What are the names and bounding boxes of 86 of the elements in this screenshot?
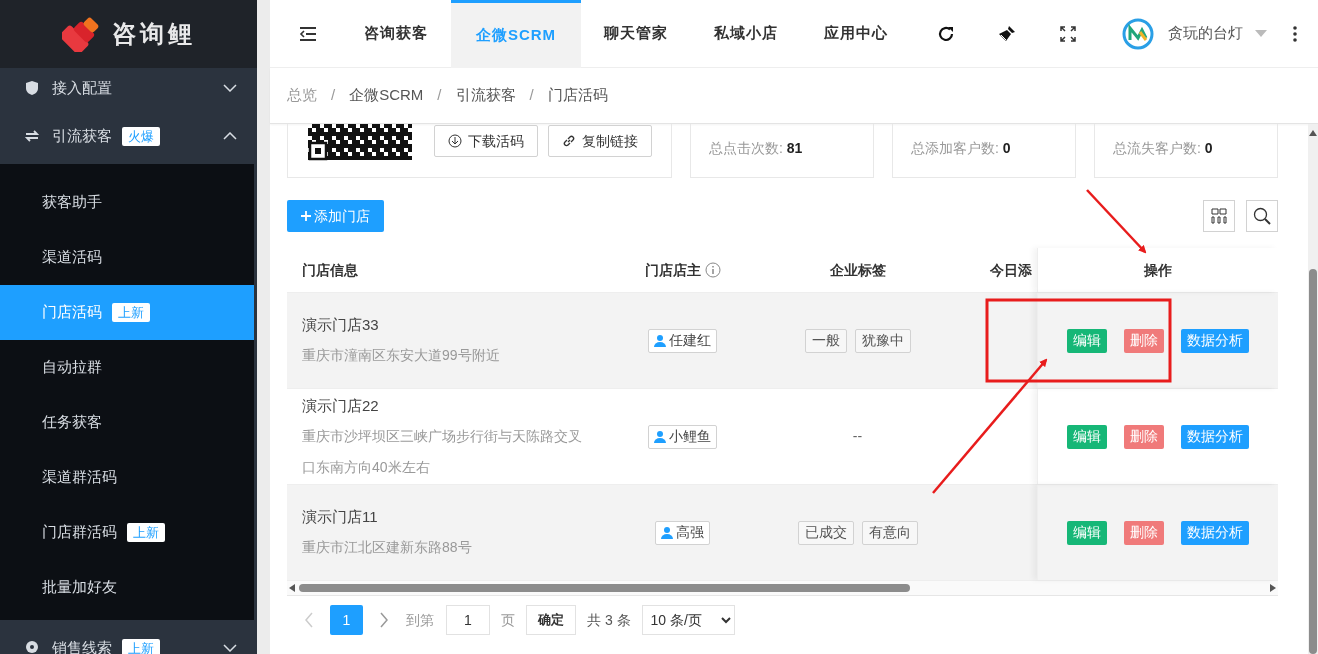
breadcrumb-separator: /: [529, 85, 534, 106]
download-button[interactable]: 下载活码: [434, 125, 538, 157]
owner-tag: 小鲤鱼: [648, 424, 717, 449]
download-icon: [448, 134, 462, 148]
column-header: 门店店主: [644, 260, 701, 280]
menu-item-label[interactable]: 获客助手: [42, 191, 102, 214]
nav-tab[interactable]: 聊天管家: [581, 0, 691, 68]
column-header: 门店信息: [302, 260, 358, 280]
user-name[interactable]: 贪玩的台灯: [1168, 22, 1243, 45]
goto-label: 到第: [406, 610, 434, 630]
breadcrumb-link[interactable]: 引流获客: [455, 84, 516, 107]
plus-icon: [301, 211, 311, 221]
breadcrumb-link[interactable]: 企微SCRM: [349, 84, 424, 107]
fullscreen-icon[interactable]: [1060, 25, 1076, 42]
menu-group-label[interactable]: 引流获客: [52, 124, 112, 148]
store-name: 演示门店33: [302, 315, 380, 335]
scroll-up-icon[interactable]: [1309, 130, 1317, 136]
store-name: 演示门店22: [302, 395, 380, 416]
total-count: 共 3 条: [587, 610, 631, 630]
badge: 上新: [127, 523, 165, 542]
tag: 犹豫中: [854, 328, 911, 353]
menu-item-label[interactable]: 自动拉群: [42, 356, 102, 379]
menu-item[interactable]: 任务获客: [0, 395, 254, 450]
menu-item-label[interactable]: 渠道群活码: [42, 466, 117, 489]
menu-item[interactable]: 门店群活码 上新: [0, 505, 254, 560]
vertical-scrollbar[interactable]: [1308, 124, 1318, 654]
more-icon[interactable]: [1293, 25, 1297, 42]
menu-group[interactable]: 引流获客 火爆: [0, 108, 257, 164]
scroll-right-icon[interactable]: [1270, 584, 1276, 592]
swap-icon: [24, 128, 40, 144]
menu-item[interactable]: 获客助手: [0, 175, 254, 230]
owner-tag: 高强: [655, 520, 710, 545]
tag: 有意向: [861, 520, 918, 545]
link-icon: [562, 134, 576, 148]
column-header: 今日添: [990, 260, 1032, 280]
next-page-icon[interactable]: [380, 612, 388, 628]
page-input[interactable]: 1: [446, 605, 490, 635]
store-name: 演示门店11: [302, 507, 379, 527]
menu-item[interactable]: 渠道群活码: [0, 450, 254, 505]
breadcrumb-separator: /: [331, 85, 336, 106]
breadcrumb-separator: /: [437, 85, 442, 106]
menu-group-label[interactable]: 接入配置: [52, 76, 112, 100]
person-icon: [654, 430, 666, 443]
tag: 已成交: [797, 520, 854, 545]
search-icon: [1253, 207, 1271, 225]
page-size-select[interactable]: 10 条/页: [641, 605, 735, 635]
link-button[interactable]: 复制链接: [548, 125, 652, 157]
stat-label: 总点击次数: 81: [709, 139, 803, 158]
stat-label: 总添加客户数: 0: [911, 139, 1011, 158]
annotation-arrow: [1086, 189, 1147, 254]
person-icon: [661, 526, 673, 539]
nav-tab[interactable]: 私域小店: [691, 0, 801, 68]
refresh-icon[interactable]: [937, 24, 955, 43]
store-address: 重庆市潼南区东安大道99号附近: [302, 346, 501, 365]
menu-item-label[interactable]: 任务获客: [42, 411, 102, 434]
badge: 火爆: [122, 126, 160, 146]
menu-item[interactable]: 自动拉群: [0, 340, 254, 395]
logo-text: 咨询鲤: [111, 19, 196, 49]
columns-icon: [1211, 208, 1227, 224]
shield-icon: [24, 80, 40, 96]
menu-fold-icon[interactable]: [299, 25, 317, 42]
store-address: 重庆市沙坪坝区三峡广场步行街与天陈路交叉口东南方向40米左右: [302, 426, 583, 477]
menu-item[interactable]: 批量加好友: [0, 560, 254, 615]
menu-group[interactable]: 接入配置: [0, 68, 257, 108]
scroll-left-icon[interactable]: [289, 584, 295, 592]
stat-label: 总流失客户数: 0: [1113, 139, 1213, 158]
person-icon: [654, 334, 666, 347]
menu-item-label[interactable]: 批量加好友: [42, 576, 117, 599]
menu-item-label[interactable]: 渠道活码: [42, 246, 102, 269]
owner-tag: 任建红: [648, 328, 717, 353]
badge: 上新: [122, 638, 160, 654]
empty-value: --: [852, 427, 863, 446]
nav-tab[interactable]: 咨询获客: [341, 0, 451, 68]
page-unit: 页: [501, 610, 515, 630]
tag: 一般: [804, 328, 847, 353]
search-button[interactable]: [1246, 200, 1278, 232]
column-header: 操作: [1144, 260, 1172, 280]
columns-button[interactable]: [1203, 200, 1235, 232]
badge: 上新: [112, 303, 150, 322]
nav-tab[interactable]: 应用中心: [801, 0, 911, 68]
avatar-icon: [1122, 17, 1154, 50]
menu-item-label[interactable]: 门店群活码: [42, 521, 117, 544]
menu-item[interactable]: 渠道活码: [0, 230, 254, 285]
store-address: 重庆市江北区建新东路88号: [302, 538, 473, 557]
confirm-button[interactable]: 确定: [526, 605, 576, 635]
column-header: 企业标签: [829, 260, 886, 280]
